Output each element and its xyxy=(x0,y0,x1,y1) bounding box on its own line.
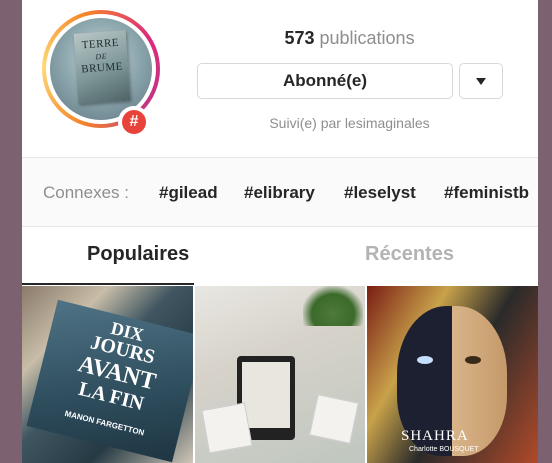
post-count-label: publications xyxy=(319,28,415,48)
hashtag-icon: # xyxy=(122,110,146,134)
post-thumbnail-1[interactable]: DIX JOURS AVANT LA FIN MANON FARGETTON xyxy=(22,286,193,463)
ereader-screen xyxy=(242,362,290,428)
tab-recentes[interactable]: Récentes xyxy=(365,243,454,266)
plant-decoration xyxy=(303,286,363,326)
post-count-value: 573 xyxy=(284,28,315,48)
chevron-down-icon xyxy=(476,77,486,85)
post-count: 573 publications xyxy=(197,28,502,49)
illustration-eye xyxy=(465,356,481,364)
related-tag-feministb[interactable]: #feministb xyxy=(444,183,529,203)
hashtag-page: TERRE DE BRUME # 573 publications Abonné… xyxy=(22,0,538,463)
related-tag-gilead[interactable]: #gilead xyxy=(159,183,218,203)
related-tag-elibrary[interactable]: #elibrary xyxy=(244,183,315,203)
divider xyxy=(22,226,538,227)
avatar-photo: TERRE DE BRUME xyxy=(50,18,152,120)
cover-title: SHAHRA xyxy=(401,428,469,444)
related-label: Connexes : xyxy=(43,183,129,202)
post-thumbnail-3[interactable]: SHAHRA Charlotte BOUSQUET xyxy=(367,286,538,463)
card-decoration xyxy=(201,402,253,454)
follow-options-button[interactable] xyxy=(459,63,503,99)
followed-by-text: Suivi(e) par lesimaginales xyxy=(269,115,430,131)
follow-button[interactable]: Abonné(e) xyxy=(197,63,453,99)
post-thumbnail-2[interactable] xyxy=(195,286,365,463)
tab-populaires[interactable]: Populaires xyxy=(87,243,189,266)
related-tag-leselyst[interactable]: #leselyst xyxy=(344,183,416,203)
active-tab-indicator xyxy=(22,283,194,285)
book-title-line-3: BRUME xyxy=(80,60,124,76)
book-title-line-1: TERRE xyxy=(81,36,120,52)
illustration-eye xyxy=(417,356,433,364)
hashtag-badge: # xyxy=(118,106,150,138)
cover-author: Charlotte BOUSQUET xyxy=(409,446,479,453)
related-hashtags-bar[interactable]: Connexes : #gilead #elibrary #leselyst #… xyxy=(22,158,538,226)
avatar-book-cover: TERRE DE BRUME xyxy=(73,30,131,104)
card-decoration xyxy=(309,394,359,444)
book-cover: DIX JOURS AVANT LA FIN MANON FARGETTON xyxy=(26,299,193,463)
